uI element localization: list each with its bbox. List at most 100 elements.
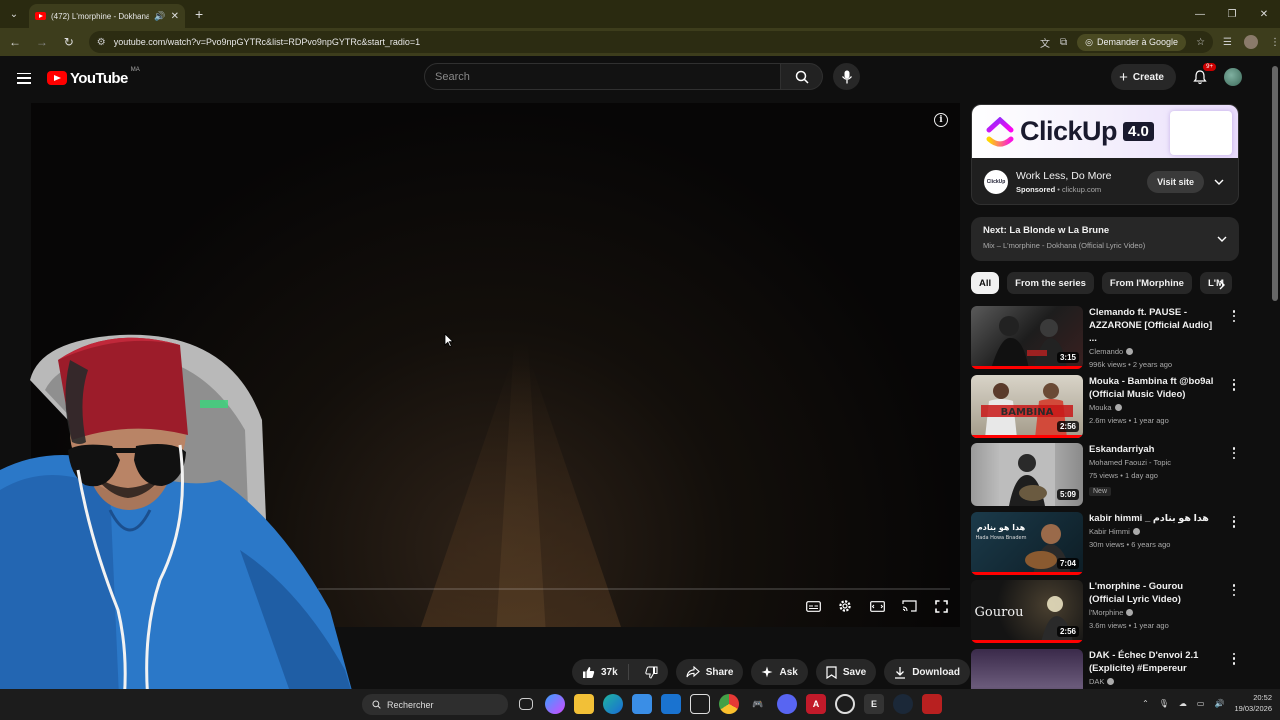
outlook-icon[interactable] [661, 694, 681, 714]
more-options-icon[interactable] [1229, 652, 1239, 665]
advertiser-avatar[interactable]: ClickUp [984, 170, 1008, 194]
dislike-button[interactable] [635, 666, 668, 679]
chevron-up-icon[interactable]: ⌃ [1142, 699, 1149, 708]
system-clock[interactable]: 20:52 19/03/2026 [1234, 692, 1272, 714]
ask-google-button[interactable]: ◎ Demander à Google [1077, 33, 1187, 51]
back-button[interactable]: ← [3, 30, 27, 54]
video-thumbnail[interactable]: Gourou 2:56 [971, 580, 1083, 643]
rec-channel[interactable]: DAK [1089, 677, 1219, 686]
ask-button[interactable]: Ask [751, 659, 808, 685]
speaker-icon[interactable]: 🔊 [154, 11, 165, 22]
recommendation-item[interactable]: Gourou 2:56 L'morphine - Gourou (Officia… [971, 580, 1241, 649]
expand-chevron-icon[interactable] [1215, 232, 1229, 246]
install-app-icon[interactable]: ⧉ [1060, 37, 1067, 48]
tab-search-button[interactable]: ⌄ [3, 3, 25, 25]
rec-channel[interactable]: l'Morphine [1089, 608, 1219, 617]
bookmark-star-icon[interactable]: ☆ [1196, 37, 1205, 48]
edge-icon[interactable] [603, 694, 623, 714]
more-options-icon[interactable] [1229, 515, 1239, 528]
new-tab-button[interactable]: + [195, 6, 203, 22]
reload-button[interactable]: ↻ [57, 30, 81, 54]
translate-icon[interactable]: 文 [1040, 35, 1050, 50]
create-button[interactable]: + Create [1111, 64, 1176, 90]
more-options-icon[interactable] [1229, 447, 1239, 459]
taskbar-search[interactable]: Rechercher [362, 694, 508, 715]
rec-title[interactable]: Clemando ft. PAUSE - AZZARONE [Official … [1089, 306, 1219, 345]
subtitles-icon[interactable] [804, 597, 822, 615]
visit-site-button[interactable]: Visit site [1147, 171, 1204, 193]
volume-icon[interactable]: 🔊 [1214, 699, 1224, 708]
snipping-tool-icon[interactable] [690, 694, 710, 714]
close-window-button[interactable]: ✕ [1248, 0, 1280, 28]
file-explorer-icon[interactable] [574, 694, 594, 714]
rec-title[interactable]: kabir himmi _ هدا هو بنادم [1089, 512, 1219, 525]
maximize-button[interactable]: ❐ [1216, 0, 1248, 28]
epic-games-icon[interactable]: E [864, 694, 884, 714]
ad-banner[interactable]: ClickUp 4.0 [972, 105, 1238, 158]
chip-from-lmorphine[interactable]: From l'Morphine [1101, 272, 1192, 294]
discord-icon[interactable] [777, 694, 797, 714]
profile-avatar[interactable] [1244, 35, 1258, 49]
chip-from-series[interactable]: From the series [1007, 272, 1094, 294]
video-thumbnail[interactable]: BAMBINA 2:56 [971, 374, 1083, 438]
youtube-logo[interactable]: YouTube MA [47, 67, 140, 87]
task-view-icon[interactable] [519, 698, 533, 710]
adobe-icon[interactable]: A [806, 694, 826, 714]
more-options-icon[interactable] [1229, 584, 1239, 596]
chrome-icon[interactable] [719, 694, 739, 714]
info-icon[interactable]: i [934, 113, 948, 127]
save-button[interactable]: Save [815, 659, 877, 685]
close-tab-icon[interactable]: ✕ [171, 11, 179, 22]
rec-title[interactable]: Eskandarriyah [1089, 443, 1219, 456]
rec-channel[interactable]: Kabir Himmi [1089, 527, 1219, 536]
download-button[interactable]: Download [884, 659, 970, 685]
minimize-button[interactable]: — [1184, 0, 1216, 28]
streaming-app-icon[interactable] [922, 694, 942, 714]
rec-title[interactable]: DAK - Échec D'envoi 2.1 (Explicite) #Emp… [1089, 649, 1219, 675]
playlist-next-card[interactable]: Next: La Blonde w La Brune Mix – L'morph… [971, 217, 1239, 261]
sponsored-ad-card[interactable]: ClickUp 4.0 ClickUp Work Less, Do More S… [971, 104, 1239, 205]
more-options-icon[interactable] [1229, 310, 1239, 322]
voice-search-button[interactable] [833, 63, 860, 90]
rec-channel[interactable]: Clemando [1089, 347, 1219, 356]
video-thumbnail[interactable]: 5:09 [971, 443, 1083, 506]
steam-icon[interactable] [893, 694, 913, 714]
browser-tab-youtube[interactable]: (472) L'morphine - Dokhana 🔊 ✕ [29, 4, 185, 28]
xbox-icon[interactable] [835, 694, 855, 714]
chevron-down-icon[interactable] [1212, 175, 1226, 189]
reading-list-icon[interactable]: ☰ [1223, 37, 1232, 48]
menu-icon[interactable] [17, 72, 31, 84]
scrollbar-thumb[interactable] [1272, 66, 1278, 301]
theater-mode-icon[interactable] [868, 597, 886, 615]
chip-all[interactable]: All [971, 272, 1000, 294]
rec-title[interactable]: L'morphine - Gourou (Official Lyric Vide… [1089, 580, 1219, 606]
like-button[interactable]: 37k [572, 664, 629, 680]
rec-title[interactable]: Mouka - Bambina ft @bo9al (Official Musi… [1089, 375, 1219, 401]
account-avatar[interactable] [1224, 68, 1242, 86]
url-text[interactable]: youtube.com/watch?v=Pvo9npGYTRc&list=RDP… [114, 37, 1032, 47]
game-controller-icon[interactable]: 🎮 [748, 694, 768, 714]
settings-gear-icon[interactable] [836, 597, 854, 615]
video-thumbnail[interactable]: 3:15 [971, 306, 1083, 369]
progress-bar[interactable] [318, 588, 950, 590]
recommendation-item[interactable]: هدا هو بنادم Hada Howa Bnadem 7:04 kabir … [971, 511, 1241, 581]
share-button[interactable]: Share [675, 659, 744, 685]
cast-icon[interactable] [900, 597, 918, 615]
recommendation-item[interactable]: BAMBINA 2:56 Mouka - Bambina ft @bo9al (… [971, 374, 1241, 444]
address-bar[interactable]: ⚙ youtube.com/watch?v=Pvo9npGYTRc&list=R… [88, 31, 1214, 53]
chevron-right-icon[interactable] [1214, 277, 1230, 293]
ad-title[interactable]: Work Less, Do More [1016, 170, 1139, 182]
notifications-button[interactable]: 9+ [1190, 63, 1216, 87]
copilot-icon[interactable] [545, 694, 565, 714]
browser-menu-icon[interactable]: ⋮ [1270, 37, 1280, 48]
site-info-icon[interactable]: ⚙ [97, 37, 106, 48]
more-options-icon[interactable] [1229, 378, 1239, 391]
video-thumbnail[interactable]: هدا هو بنادم Hada Howa Bnadem 7:04 [971, 511, 1083, 575]
recommendation-item[interactable]: 3:15 Clemando ft. PAUSE - AZZARONE [Offi… [971, 306, 1241, 375]
microphone-icon[interactable]: 🎙 [1159, 699, 1169, 708]
search-button[interactable] [781, 63, 823, 90]
rec-channel[interactable]: Mohamed Faouzi - Topic [1089, 458, 1219, 467]
search-input[interactable]: Search [424, 63, 781, 90]
fullscreen-icon[interactable] [932, 597, 950, 615]
network-icon[interactable]: ▭ [1197, 699, 1205, 708]
